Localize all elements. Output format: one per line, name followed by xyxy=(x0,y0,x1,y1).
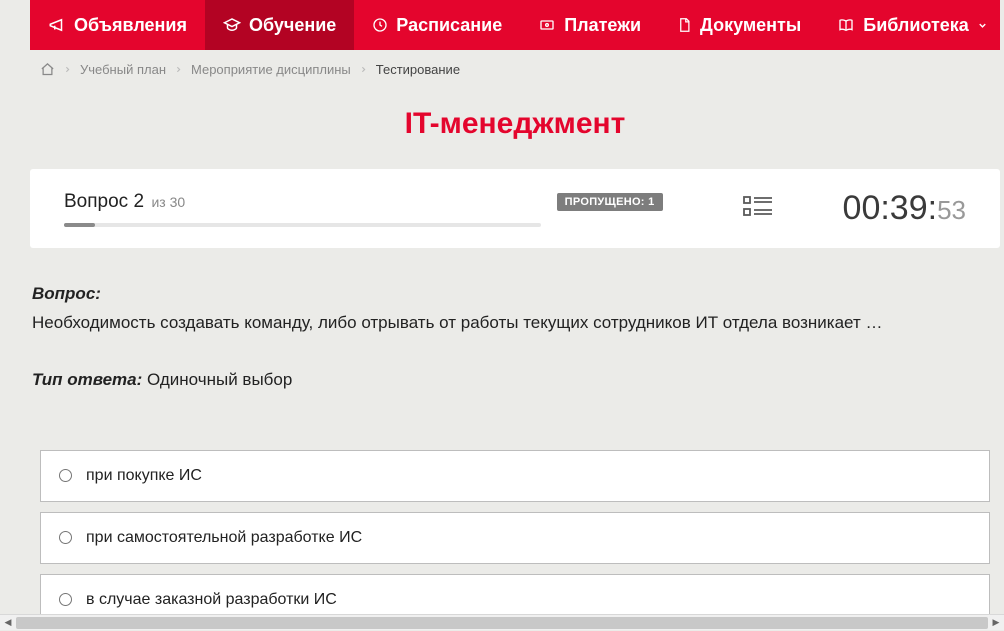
graduation-icon xyxy=(223,16,241,34)
chevron-right-icon xyxy=(63,65,72,74)
nav-label: Расписание xyxy=(396,15,502,36)
scrollbar-thumb[interactable] xyxy=(16,617,988,629)
timer: 00:39:53 xyxy=(843,189,966,228)
horizontal-scrollbar[interactable]: ◀ ▶ xyxy=(0,614,1004,630)
payment-icon xyxy=(538,17,556,33)
progress-bar xyxy=(64,223,541,227)
breadcrumb-current: Тестирование xyxy=(376,62,460,77)
radio-input[interactable] xyxy=(59,593,72,606)
page-title: IT-менеджмент xyxy=(30,107,1000,141)
question-list-icon[interactable] xyxy=(743,195,773,223)
question-label: Вопрос: xyxy=(32,284,998,304)
nav-label: Обучение xyxy=(249,15,336,36)
scroll-right-button[interactable]: ▶ xyxy=(988,615,1004,631)
top-navigation: Объявления Обучение Расписание Платежи Д… xyxy=(30,0,1000,50)
answer-option[interactable]: в случае заказной разработки ИС xyxy=(40,574,990,615)
scroll-left-button[interactable]: ◀ xyxy=(0,615,16,631)
radio-input[interactable] xyxy=(59,469,72,482)
answer-type: Тип ответа: Одиночный выбор xyxy=(32,370,998,390)
option-text: при самостоятельной разработке ИС xyxy=(86,529,362,547)
breadcrumb-link[interactable]: Учебный план xyxy=(80,62,166,77)
nav-label: Документы xyxy=(700,15,801,36)
nav-library[interactable]: Библиотека xyxy=(819,0,1004,50)
book-icon xyxy=(837,17,855,33)
chevron-right-icon xyxy=(359,65,368,74)
answer-option[interactable]: при покупке ИС xyxy=(40,450,990,502)
scrollbar-track[interactable] xyxy=(16,615,988,630)
chevron-right-icon xyxy=(174,65,183,74)
breadcrumb: Учебный план Мероприятие дисциплины Тест… xyxy=(30,50,1000,89)
nav-learning[interactable]: Обучение xyxy=(205,0,354,50)
answer-option[interactable]: при самостоятельной разработке ИС xyxy=(40,512,990,564)
home-icon[interactable] xyxy=(40,62,55,77)
nav-payments[interactable]: Платежи xyxy=(520,0,659,50)
answer-options: при покупке ИС при самостоятельной разра… xyxy=(32,450,998,615)
nav-label: Платежи xyxy=(564,15,641,36)
option-text: в случае заказной разработки ИС xyxy=(86,591,337,609)
megaphone-icon xyxy=(48,16,66,34)
nav-label: Объявления xyxy=(74,15,187,36)
breadcrumb-link[interactable]: Мероприятие дисциплины xyxy=(191,62,351,77)
question-counter: Вопрос 2 из 30 xyxy=(64,191,541,213)
nav-schedule[interactable]: Расписание xyxy=(354,0,520,50)
chevron-down-icon xyxy=(977,20,988,31)
document-icon xyxy=(677,16,692,34)
question-body: Вопрос: Необходимость создавать команду,… xyxy=(30,284,1000,614)
option-text: при покупке ИС xyxy=(86,467,202,485)
nav-label: Библиотека xyxy=(863,15,969,36)
question-text: Необходимость создавать команду, либо от… xyxy=(32,310,998,336)
nav-documents[interactable]: Документы xyxy=(659,0,819,50)
radio-input[interactable] xyxy=(59,531,72,544)
quiz-header: Вопрос 2 из 30 ПРОПУЩЕНО: 1 xyxy=(30,169,1000,248)
clock-icon xyxy=(372,17,388,33)
skipped-badge: ПРОПУЩЕНО: 1 xyxy=(557,193,663,211)
nav-announcements[interactable]: Объявления xyxy=(30,0,205,50)
progress-fill xyxy=(64,223,95,227)
